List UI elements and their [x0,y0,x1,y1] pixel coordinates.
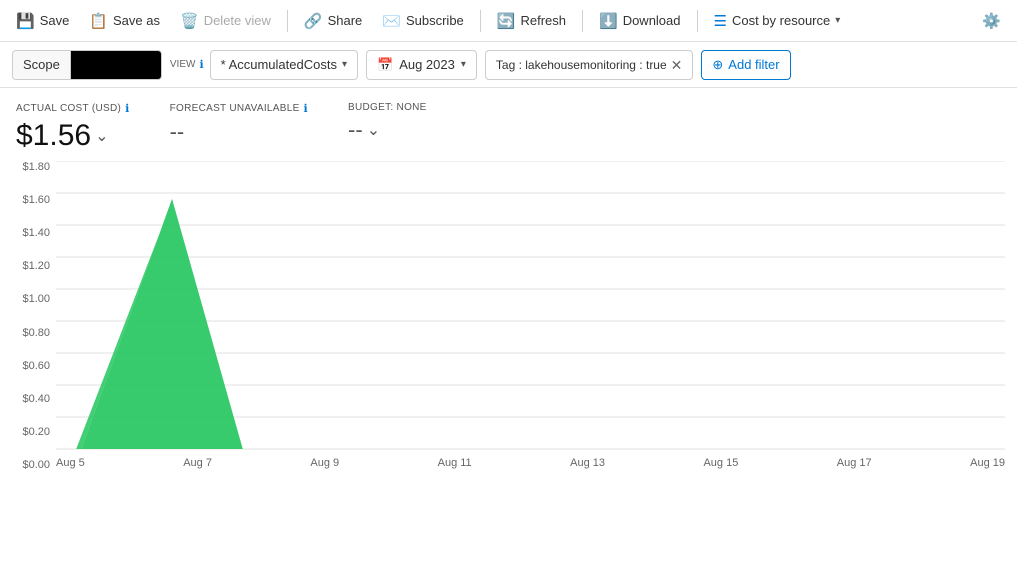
subscribe-button[interactable]: ✉️ Subscribe [374,7,472,35]
toolbar-divider-4 [697,10,698,32]
share-button[interactable]: 🔗 Share [296,7,370,35]
x-label-aug5: Aug 5 [56,457,85,469]
view-name: * AccumulatedCosts [221,57,337,72]
cost-spike-area [81,199,243,449]
y-label-100: $1.00 [12,293,56,305]
cost-by-resource-arrow: ▾ [835,15,840,26]
refresh-icon: 🔄 [497,12,516,30]
cost-by-resource-label: Cost by resource [732,13,830,28]
y-label-020: $0.20 [12,426,56,438]
add-filter-label: Add filter [728,57,779,72]
list-icon: ☰ [714,12,727,30]
x-label-aug11: Aug 11 [438,457,472,469]
download-button[interactable]: ⬇️ Download [591,7,689,35]
budget-value: -- ⌄ [348,117,427,143]
save-as-button[interactable]: 📋 Save as [81,7,168,35]
forecast-label: FORECAST UNAVAILABLE ℹ [170,102,308,115]
tag-filter: Tag : lakehousemonitoring : true ✕ [485,50,694,80]
view-info-icon: ℹ [199,58,203,71]
y-label-140: $1.40 [12,227,56,239]
date-value: Aug 2023 [399,57,455,72]
toolbar: 💾 Save 📋 Save as 🗑️ Delete view 🔗 Share … [0,0,1017,42]
gear-icon: ⚙️ [982,12,1001,30]
scope-label: Scope [13,51,71,79]
subscribe-label: Subscribe [406,13,464,28]
actual-cost-value: $1.56 ⌄ [16,119,130,153]
forecast-block: FORECAST UNAVAILABLE ℹ -- [170,102,308,145]
y-label-080: $0.80 [12,327,56,339]
chart-svg-container [56,161,1005,451]
settings-button[interactable]: ⚙️ [974,7,1009,35]
toolbar-divider-2 [480,10,481,32]
chart-container: $1.80 $1.60 $1.40 $1.20 $1.00 $0.80 $0.6… [12,161,1005,471]
scope-bar: Scope VIEW ℹ * AccumulatedCosts ▾ 📅 Aug … [0,42,1017,88]
delete-view-label: Delete view [204,13,271,28]
scope-selector[interactable]: Scope [12,50,162,80]
stats-row: ACTUAL COST (USD) ℹ $1.56 ⌄ FORECAST UNA… [0,88,1017,161]
x-label-aug19: Aug 19 [970,457,1005,469]
budget-chevron: ⌄ [367,120,380,140]
subscribe-icon: ✉️ [382,12,401,30]
chart-y-axis: $1.80 $1.60 $1.40 $1.20 $1.00 $0.80 $0.6… [12,161,56,471]
add-filter-button[interactable]: ⊕ Add filter [701,50,790,80]
refresh-label: Refresh [520,13,566,28]
calendar-icon: 📅 [377,57,393,73]
share-label: Share [328,13,363,28]
x-label-aug15: Aug 15 [703,457,738,469]
add-filter-icon: ⊕ [712,57,723,73]
delete-view-button[interactable]: 🗑️ Delete view [172,7,279,35]
forecast-value: -- [170,119,308,145]
actual-cost-chevron: ⌄ [95,126,108,146]
cost-by-resource-button[interactable]: ☰ Cost by resource ▾ [706,7,849,35]
download-label: Download [623,13,681,28]
y-label-040: $0.40 [12,393,56,405]
save-button[interactable]: 💾 Save [8,7,77,35]
y-label-060: $0.60 [12,360,56,372]
share-icon: 🔗 [304,12,323,30]
x-label-aug17: Aug 17 [837,457,872,469]
budget-label: BUDGET: NONE [348,102,427,113]
view-selector: VIEW ℹ * AccumulatedCosts ▾ [170,50,358,80]
tag-filter-text: Tag : lakehousemonitoring : true [496,58,667,72]
date-picker-button[interactable]: 📅 Aug 2023 ▾ [366,50,477,80]
y-label-120: $1.20 [12,260,56,272]
save-icon: 💾 [16,12,35,30]
y-label-180: $1.80 [12,161,56,173]
x-label-aug13: Aug 13 [570,457,605,469]
refresh-button[interactable]: 🔄 Refresh [489,7,574,35]
chart-x-axis: Aug 5 Aug 7 Aug 9 Aug 11 Aug 13 Aug 15 A… [56,455,1005,471]
actual-cost-block: ACTUAL COST (USD) ℹ $1.56 ⌄ [16,102,130,153]
actual-cost-label: ACTUAL COST (USD) ℹ [16,102,130,115]
download-icon: ⬇️ [599,12,618,30]
chart-area: $1.80 $1.60 $1.40 $1.20 $1.00 $0.80 $0.6… [12,161,1005,471]
save-as-label: Save as [113,13,160,28]
x-label-aug9: Aug 9 [310,457,339,469]
scope-value-block [71,51,161,79]
tag-close-button[interactable]: ✕ [671,58,683,72]
view-dropdown-button[interactable]: * AccumulatedCosts ▾ [210,50,358,80]
budget-block: BUDGET: NONE -- ⌄ [348,102,427,143]
forecast-info-icon: ℹ [304,102,308,115]
x-label-aug7: Aug 7 [183,457,212,469]
y-label-000: $0.00 [12,459,56,471]
y-label-160: $1.60 [12,194,56,206]
date-dropdown-arrow: ▾ [461,59,466,70]
view-dropdown-arrow: ▾ [342,59,347,70]
save-label: Save [40,13,70,28]
view-label: VIEW [170,59,196,70]
toolbar-divider-3 [582,10,583,32]
actual-cost-info-icon: ℹ [125,102,129,115]
toolbar-divider-1 [287,10,288,32]
delete-icon: 🗑️ [180,12,199,30]
chart-svg [56,161,1005,451]
save-as-icon: 📋 [89,12,108,30]
